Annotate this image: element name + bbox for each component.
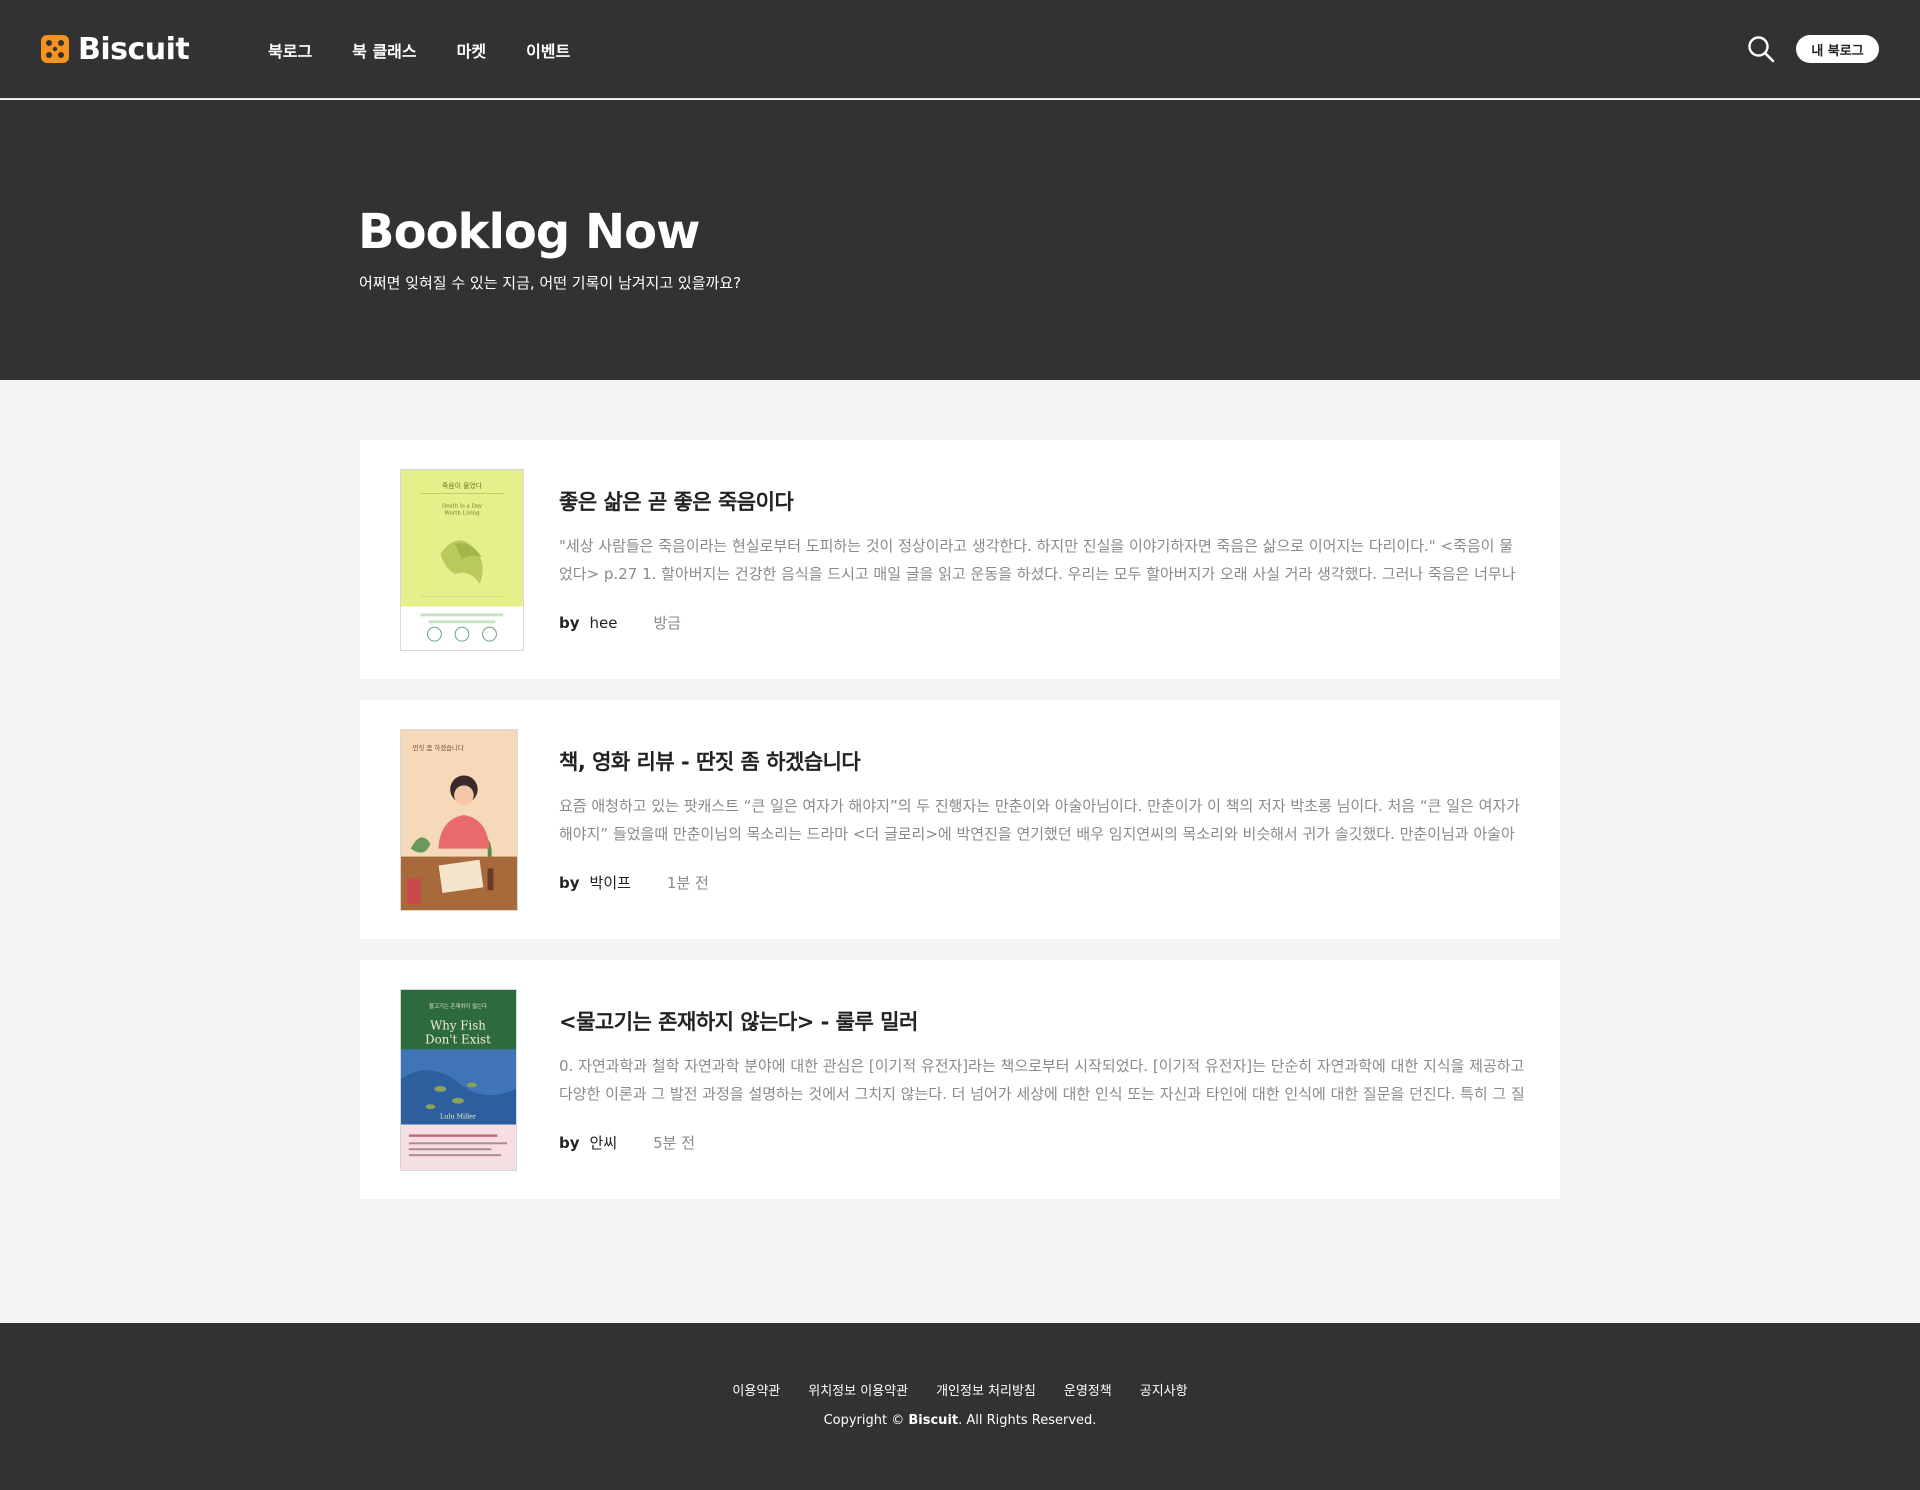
footer-links: 이용약관 위치정보 이용약관 개인정보 처리방침 운영정책 공지사항 (0, 1380, 1920, 1399)
top-header: Biscuit 북로그 북 클래스 마켓 이벤트 내 북로그 (0, 0, 1920, 99)
biscuit-logo[interactable]: Biscuit (40, 30, 190, 68)
post-meta: by hee 방금 (559, 612, 681, 633)
biscuit-logo-icon (40, 34, 70, 64)
nav-item-booklog[interactable]: 북로그 (268, 38, 312, 62)
page-title: Booklog Now (358, 204, 700, 260)
footer-link-terms[interactable]: 이용약관 (732, 1380, 780, 1399)
search-icon[interactable] (1746, 34, 1776, 64)
my-booklog-button[interactable]: 내 북로그 (1796, 35, 1879, 63)
post-card[interactable]: 물고기는 존재하지 않는다 Why Fish Don't Exist Lulu … (360, 960, 1560, 1199)
book-cover-image: 딴짓 좀 하겠습니다 (400, 729, 518, 911)
post-excerpt: 0. 자연과학과 철학 자연과학 분야에 대한 관심은 [이기적 유전자]라는 … (559, 1057, 1525, 1103)
post-card[interactable]: 딴짓 좀 하겠습니다 책, 영화 리뷰 - 딴짓 좀 하겠습니다 요즘 애청하고… (360, 700, 1560, 939)
by-label: by (559, 613, 580, 632)
post-time: 5분 전 (653, 1134, 696, 1152)
post-card[interactable]: 죽음이 물었다 Death Is a Day Worth Living 좋은 삶… (360, 440, 1560, 679)
footer-link-policy[interactable]: 운영정책 (1064, 1380, 1112, 1399)
copyright-suffix: . All Rights Reserved. (958, 1413, 1097, 1428)
cover-title-en-1: Why Fish (430, 1019, 486, 1033)
book-cover-image: 죽음이 물었다 Death Is a Day Worth Living (400, 469, 524, 651)
site-footer: 이용약관 위치정보 이용약관 개인정보 처리방침 운영정책 공지사항 Copyr… (0, 1323, 1920, 1490)
cover-title-ko: 딴짓 좀 하겠습니다 (413, 743, 464, 752)
post-meta: by 안씨 5분 전 (559, 1132, 695, 1153)
post-excerpt: "세상 사람들은 죽음이라는 현실로부터 도피하는 것이 정상이라고 생각한다.… (559, 537, 1516, 583)
post-author[interactable]: hee (590, 614, 618, 632)
main-nav: 북로그 북 클래스 마켓 이벤트 (268, 38, 570, 62)
post-time: 1분 전 (666, 874, 709, 892)
logo-text: Biscuit (78, 31, 190, 67)
footer-link-notice[interactable]: 공지사항 (1140, 1380, 1188, 1399)
by-label: by (559, 873, 580, 892)
cover-title-en-2: Worth Living (444, 510, 480, 516)
hero-banner: Booklog Now 어쩌면 잊혀질 수 있는 지금, 어떤 기록이 남겨지고… (0, 100, 1920, 380)
post-time: 방금 (653, 614, 682, 632)
page-subtitle: 어쩌면 잊혀질 수 있는 지금, 어떤 기록이 남겨지고 있을까요? (359, 274, 742, 292)
cover-title-en-2: Don't Exist (425, 1032, 491, 1046)
cover-title-ko: 물고기는 존재하지 않는다 (429, 1002, 487, 1010)
cover-author-en: Lulu Miller (440, 1113, 477, 1121)
nav-item-book-class[interactable]: 북 클래스 (352, 38, 416, 62)
book-cover-image: 물고기는 존재하지 않는다 Why Fish Don't Exist Lulu … (400, 989, 517, 1171)
copyright-prefix: Copyright © (823, 1413, 905, 1428)
post-title[interactable]: 좋은 삶은 곧 좋은 죽음이다 (559, 486, 794, 516)
post-author[interactable]: 안씨 (590, 1132, 618, 1153)
post-author[interactable]: 박이프 (590, 872, 631, 893)
post-title[interactable]: <물고기는 존재하지 않는다> - 룰루 밀러 (559, 1006, 918, 1036)
copyright-brand: Biscuit (908, 1413, 959, 1428)
copyright-text: Copyright © Biscuit. All Rights Reserved… (0, 1413, 1920, 1428)
post-title[interactable]: 책, 영화 리뷰 - 딴짓 좀 하겠습니다 (559, 746, 861, 776)
nav-item-event[interactable]: 이벤트 (526, 38, 570, 62)
post-excerpt: 요즘 애청하고 있는 팟캐스트 “큰 일은 여자가 해야지”의 두 진행자는 만… (559, 797, 1520, 843)
footer-link-location-terms[interactable]: 위치정보 이용약관 (808, 1380, 908, 1399)
nav-item-market[interactable]: 마켓 (457, 38, 486, 62)
footer-link-privacy[interactable]: 개인정보 처리방침 (936, 1380, 1036, 1399)
cover-title-en-1: Death Is a Day (442, 504, 483, 510)
cover-title-ko: 죽음이 물었다 (442, 481, 483, 490)
post-meta: by 박이프 1분 전 (559, 872, 709, 893)
by-label: by (559, 1133, 580, 1152)
